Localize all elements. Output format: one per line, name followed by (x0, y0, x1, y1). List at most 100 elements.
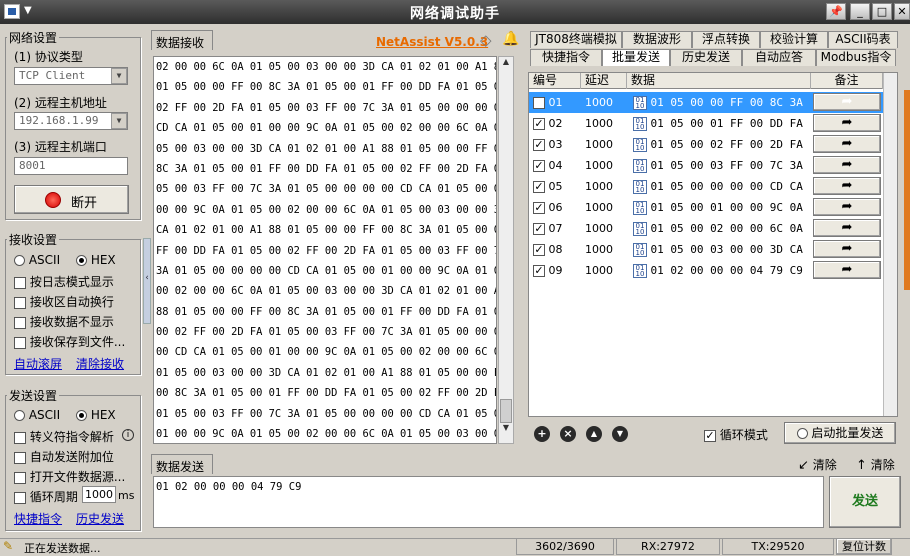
row-data[interactable]: 01 05 00 00 00 00 CD CA (651, 180, 803, 193)
table-row[interactable]: ✓ 04 1000 01 10 01 05 00 03 FF 00 7C 3A ➦ (529, 155, 883, 176)
row-delay[interactable]: 1000 (581, 197, 627, 218)
row-data[interactable]: 01 05 00 03 FF 00 7C 3A (651, 159, 803, 172)
row-checkbox[interactable]: ✓ 03 (529, 134, 581, 155)
table-scrollbar[interactable] (883, 73, 897, 416)
hex-format-icon[interactable]: 01 10 (633, 180, 647, 194)
row-data[interactable]: 01 05 00 03 00 00 3D CA (651, 243, 803, 256)
delete-row-icon[interactable]: × (560, 426, 576, 442)
protocol-select[interactable]: TCP Client ▼ (14, 67, 128, 85)
diamond-icon[interactable]: ◇ (480, 31, 492, 49)
tab-tabs_top-0[interactable]: JT808终端模拟 (530, 31, 622, 48)
row-send-button[interactable]: ➦ (813, 219, 881, 237)
clear-receive-link[interactable]: 清除接收 (76, 355, 124, 372)
row-send-button[interactable]: ➦ (813, 114, 881, 132)
recv-hex-radio[interactable]: HEX (76, 253, 116, 267)
row-checkbox[interactable]: ✓ 05 (529, 176, 581, 197)
table-row[interactable]: ✓ 01 1000 01 10 01 05 00 00 FF 00 8C 3A ➦ (529, 92, 883, 113)
send-history-link[interactable]: 历史发送 (76, 510, 124, 527)
tab-tabs_bottom-3[interactable]: 自动应答 (742, 49, 816, 66)
clear-send-right[interactable]: ↑ 清除 (856, 456, 895, 473)
auto-scroll-link[interactable]: 自动滚屏 (14, 355, 62, 372)
row-checkbox[interactable]: ✓ 09 (529, 260, 581, 281)
table-row[interactable]: ✓ 06 1000 01 10 01 05 00 01 00 00 9C 0A ➦ (529, 197, 883, 218)
pin-icon[interactable]: 📌 (826, 3, 846, 20)
period-input[interactable]: 1000 (82, 486, 116, 503)
hex-format-icon[interactable]: 01 10 (633, 96, 647, 110)
row-data[interactable]: 01 05 00 01 00 00 9C 0A (651, 201, 803, 214)
tab-tabs_bottom-1[interactable]: 批量发送 (602, 49, 670, 66)
row-data[interactable]: 01 05 00 02 00 00 6C 0A (651, 222, 803, 235)
quick-commands-link[interactable]: 快捷指令 (14, 510, 62, 527)
hex-format-icon[interactable]: 01 10 (633, 117, 647, 131)
row-delay[interactable]: 1000 (581, 218, 627, 239)
panel-splitter[interactable]: ‹ (143, 238, 151, 324)
hex-format-icon[interactable]: 01 10 (633, 243, 647, 257)
hex-format-icon[interactable]: 01 10 (633, 138, 647, 152)
log-mode-checkbox[interactable]: 按日志模式显示 (14, 273, 114, 290)
send-textarea[interactable]: 01 02 00 00 00 04 79 C9 (153, 476, 824, 528)
escape-parse-checkbox[interactable]: 转义符指令解析 (14, 428, 114, 445)
hex-format-icon[interactable]: 01 10 (633, 264, 647, 278)
host-select[interactable]: 192.168.1.99 ▼ (14, 112, 128, 130)
hide-recv-checkbox[interactable]: 接收数据不显示 (14, 313, 114, 330)
row-send-button[interactable]: ➦ (813, 93, 881, 111)
loop-mode-checkbox[interactable]: ✓ 循环模式 (704, 426, 768, 443)
send-ascii-radio[interactable]: ASCII (14, 408, 60, 422)
row-send-button[interactable]: ➦ (813, 156, 881, 174)
bell-icon[interactable]: 🔔 (502, 31, 519, 47)
send-hex-radio[interactable]: HEX (76, 408, 116, 422)
row-data[interactable]: 01 02 00 00 00 04 79 C9 (651, 264, 803, 277)
row-data[interactable]: 01 05 00 01 FF 00 DD FA (651, 117, 803, 130)
table-row[interactable]: ✓ 03 1000 01 10 01 05 00 02 FF 00 2D FA ➦ (529, 134, 883, 155)
tab-tabs_top-4[interactable]: ASCII码表 (828, 31, 898, 48)
tab-tabs_bottom-0[interactable]: 快捷指令 (530, 49, 602, 66)
auto-wrap-checkbox[interactable]: 接收区自动换行 (14, 293, 114, 310)
tab-tabs_top-1[interactable]: 数据波形 (622, 31, 692, 48)
row-checkbox[interactable]: ✓ 02 (529, 113, 581, 134)
table-row[interactable]: ✓ 02 1000 01 10 01 05 00 01 FF 00 DD FA ➦ (529, 113, 883, 134)
table-row[interactable]: ✓ 09 1000 01 10 01 02 00 00 00 04 79 C9 ➦ (529, 260, 883, 281)
close-button[interactable]: ✕ (894, 3, 910, 20)
info-icon[interactable]: i (122, 429, 134, 441)
hex-format-icon[interactable]: 01 10 (633, 159, 647, 173)
row-checkbox[interactable]: ✓ 01 (529, 92, 581, 113)
hex-format-icon[interactable]: 01 10 (633, 201, 647, 215)
row-send-button[interactable]: ➦ (813, 240, 881, 258)
start-batch-send-button[interactable]: 启动批量发送 (784, 422, 896, 444)
row-send-button[interactable]: ➦ (813, 135, 881, 153)
row-delay[interactable]: 1000 (581, 155, 627, 176)
row-delay[interactable]: 1000 (581, 239, 627, 260)
move-down-icon[interactable]: ▼ (612, 426, 628, 442)
disconnect-button[interactable]: 断开 (14, 185, 129, 214)
row-checkbox[interactable]: ✓ 06 (529, 197, 581, 218)
row-send-button[interactable]: ➦ (813, 261, 881, 279)
scroll-down-icon[interactable]: ▼ (499, 423, 513, 437)
tab-tabs_bottom-2[interactable]: 历史发送 (670, 49, 742, 66)
hex-format-icon[interactable]: 01 10 (633, 222, 647, 236)
receive-scrollbar[interactable]: ▲ ▼ (498, 56, 514, 444)
receive-textarea[interactable]: 02 00 00 6C 0A 01 05 00 03 00 00 3D CA 0… (153, 56, 497, 444)
table-row[interactable]: ✓ 08 1000 01 10 01 05 00 03 00 00 3D CA ➦ (529, 239, 883, 260)
table-row[interactable]: ✓ 05 1000 01 10 01 05 00 00 00 00 CD CA ➦ (529, 176, 883, 197)
scroll-thumb[interactable] (500, 399, 512, 423)
save-to-file-checkbox[interactable]: 接收保存到文件... (14, 333, 125, 350)
scroll-up-icon[interactable]: ▲ (499, 57, 513, 71)
row-delay[interactable]: 1000 (581, 260, 627, 281)
row-send-button[interactable]: ➦ (813, 177, 881, 195)
recv-ascii-radio[interactable]: ASCII (14, 253, 60, 267)
row-checkbox[interactable]: ✓ 08 (529, 239, 581, 260)
loop-period-checkbox[interactable]: 循环周期 (14, 488, 78, 505)
minimize-button[interactable]: _ (850, 3, 870, 20)
row-delay[interactable]: 1000 (581, 92, 627, 113)
tab-tabs_top-2[interactable]: 浮点转换 (692, 31, 760, 48)
tab-tabs_top-3[interactable]: 校验计算 (760, 31, 828, 48)
port-input[interactable]: 8001 (14, 157, 128, 175)
row-checkbox[interactable]: ✓ 07 (529, 218, 581, 239)
row-send-button[interactable]: ➦ (813, 198, 881, 216)
row-data[interactable]: 01 05 00 02 FF 00 2D FA (651, 138, 803, 151)
row-delay[interactable]: 1000 (581, 176, 627, 197)
send-button[interactable]: 发送 (829, 476, 901, 528)
row-checkbox[interactable]: ✓ 04 (529, 155, 581, 176)
table-row[interactable]: ✓ 07 1000 01 10 01 05 00 02 00 00 6C 0A ➦ (529, 218, 883, 239)
row-delay[interactable]: 1000 (581, 134, 627, 155)
